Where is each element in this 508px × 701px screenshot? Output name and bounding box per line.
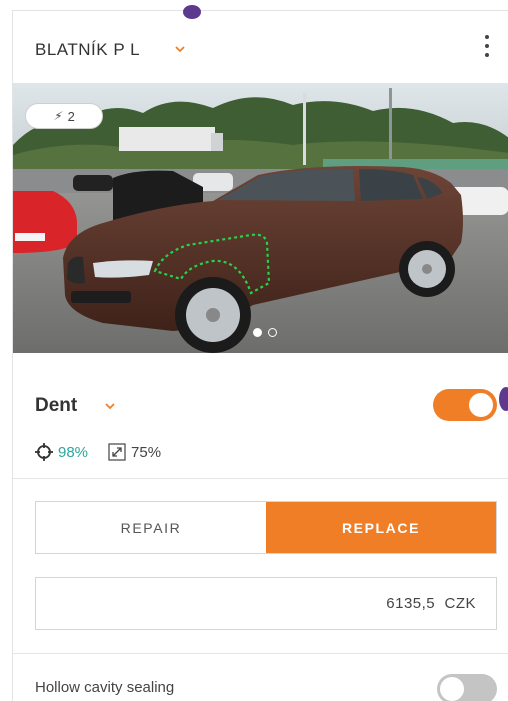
hollow-cavity-toggle[interactable]	[437, 674, 497, 701]
damage-type[interactable]: Dent	[35, 395, 77, 417]
repair-replace-toggle: REPAIR REPLACE	[35, 501, 497, 554]
hollow-cavity-row: Hollow cavity sealing	[13, 654, 508, 701]
carousel-dot-2[interactable]	[268, 328, 277, 337]
damage-metrics: 98% 75%	[35, 443, 161, 461]
part-name[interactable]: BLATNÍK P L	[35, 40, 140, 60]
chevron-down-icon[interactable]	[103, 399, 117, 413]
toggle-knob	[469, 393, 493, 417]
price-currency: CZK	[444, 595, 476, 612]
expand-icon	[108, 443, 126, 461]
bolt-icon: ⚡︎	[53, 109, 62, 123]
photo-count-badge[interactable]: ⚡︎ 2	[25, 103, 103, 129]
crosshair-icon	[35, 443, 53, 461]
damage-photo[interactable]: ⚡︎ 2	[13, 83, 508, 353]
more-menu-icon[interactable]	[479, 33, 495, 59]
photo-count: 2	[67, 108, 75, 124]
chevron-down-icon[interactable]	[173, 42, 187, 56]
carousel-dot-1[interactable]	[253, 328, 262, 337]
repair-button[interactable]: REPAIR	[36, 502, 266, 553]
price-value: 6135,5	[386, 595, 436, 612]
hollow-cavity-label: Hollow cavity sealing	[35, 679, 175, 696]
toggle-knob	[440, 677, 464, 701]
carousel-dots	[253, 328, 277, 337]
size-value: 75%	[131, 443, 162, 461]
damage-card: BLATNÍK P L ⚡︎ 2 Dent 98% 75% REPAIR REP…	[12, 5, 508, 701]
card-header: BLATNÍK P L	[13, 11, 508, 83]
damage-type-section: Dent 98% 75%	[13, 353, 508, 479]
damage-enabled-toggle[interactable]	[433, 389, 497, 421]
price-field[interactable]: 6135,5 CZK	[35, 577, 497, 630]
accuracy-value: 98%	[58, 443, 89, 461]
replace-button[interactable]: REPLACE	[266, 502, 496, 553]
indicator-dot	[499, 387, 508, 411]
